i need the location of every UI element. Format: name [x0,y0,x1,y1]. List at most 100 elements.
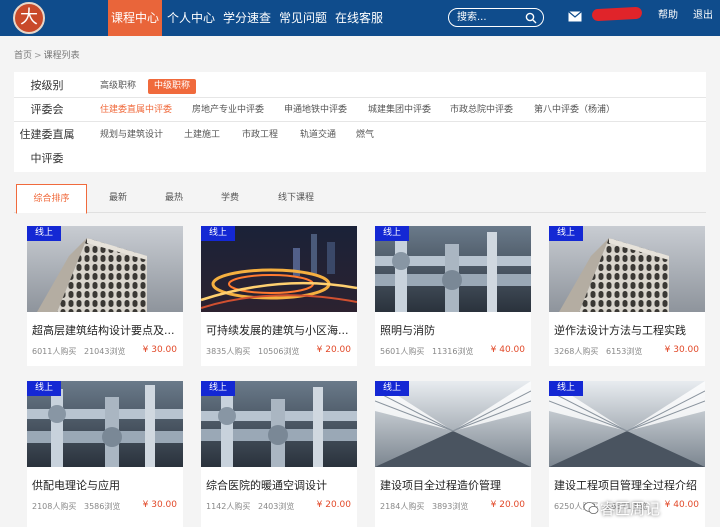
filter-option-gas[interactable]: 燃气 [350,128,380,143]
view-count: 3893浏览 [432,502,469,511]
filter-row-level: 按级别 高级职称 中级职称 [14,74,706,98]
filter-option-planning[interactable]: 规划与建筑设计 [94,128,169,143]
tab-tuition[interactable]: 学费 [210,184,250,213]
mail-icon[interactable] [568,11,582,22]
online-badge: 线上 [375,381,409,396]
course-title[interactable]: 建设项目全过程造价管理 [380,477,528,493]
course-title[interactable]: 可持续发展的建筑与小区海... [206,322,354,338]
course-price: ¥ 20.00 [316,345,351,355]
course-price: ¥ 30.00 [142,345,177,355]
filter-option-senior[interactable]: 高级职称 [94,79,142,94]
course-card[interactable]: 线上 照明与消防 5601人购买 11316浏览 ¥ 40.00 [375,226,531,366]
filter-panel: 按级别 高级职称 中级职称 评委会 住建委直属中评委 房地产专业中评委 申通地铁… [14,72,706,172]
course-card[interactable]: 线上 综合医院的暖通空调设计 1142人购买 2403浏览 ¥ 20.00 [201,381,357,527]
nav-online-service[interactable]: 在线客服 [334,0,384,36]
filter-label-direct: 住建委直属 [19,128,75,141]
tab-offline[interactable]: 线下课程 [268,184,324,213]
filter-option-municipal[interactable]: 市政工程 [236,128,284,143]
watermark-text: 睿匠周记 [600,500,661,518]
view-count: 11316浏览 [432,347,474,356]
filter-option-rail[interactable]: 轨道交通 [294,128,342,143]
filter-option-committee-4[interactable]: 城建集团中评委 [362,103,437,118]
filter-label-committee: 评委会 [30,103,64,116]
tab-newest[interactable]: 最新 [98,184,138,213]
filter-row-direct: 住建委直属 规划与建筑设计 土建施工 市政工程 轨道交通 燃气 [14,123,706,147]
course-card[interactable]: 线上 超高层建筑结构设计要点及... 6011人购买 21043浏览 ¥ 30.… [27,226,183,366]
breadcrumb-separator: > [34,51,42,61]
view-count: 21043浏览 [84,347,126,356]
nav-course-center[interactable]: 课程中心 [108,0,162,36]
filter-row-committee: 评委会 住建委直属中评委 房地产专业中评委 申通地铁中评委 城建集团中评委 市政… [14,98,706,122]
course-stats: 2108人购买 3586浏览 [32,501,120,512]
nav-faq[interactable]: 常见问题 [278,0,328,36]
course-thumbnail[interactable]: 线上 [549,226,705,312]
search-icon[interactable] [525,12,537,24]
nav-credit-lookup[interactable]: 学分速查 [222,0,272,36]
filter-option-committee-2[interactable]: 房地产专业中评委 [186,103,270,118]
course-title[interactable]: 建设工程项目管理全过程介绍 [554,477,702,493]
course-stats: 5601人购买 11316浏览 [380,346,473,357]
site-logo[interactable]: 大 [13,2,45,34]
course-stats: 3835人购买 10506浏览 [206,346,299,357]
course-price: ¥ 30.00 [142,500,177,510]
course-thumbnail[interactable]: 线上 [375,381,531,467]
course-title[interactable]: 综合医院的暖通空调设计 [206,477,354,493]
logout-link[interactable]: 退出 [693,0,713,36]
wechat-icon [583,502,599,514]
tab-comprehensive[interactable]: 综合排序 [16,184,87,214]
search-input[interactable] [457,10,519,25]
username-redacted[interactable] [591,6,643,22]
course-title[interactable]: 超高层建筑结构设计要点及... [32,322,180,338]
course-price: ¥ 40.00 [664,500,699,510]
filter-row-direct-2: 中评委 [14,147,706,171]
course-card[interactable]: 线上 可持续发展的建筑与小区海... 3835人购买 10506浏览 ¥ 20.… [201,226,357,366]
online-badge: 线上 [549,226,583,241]
online-badge: 线上 [375,226,409,241]
online-badge: 线上 [27,381,61,396]
view-count: 3586浏览 [84,502,121,511]
nav-personal-center[interactable]: 个人中心 [166,0,216,36]
breadcrumb: 首页 > 课程列表 [14,48,80,61]
course-title[interactable]: 逆作法设计方法与工程实践 [554,322,702,338]
buyer-count: 2108人购买 [32,502,77,511]
online-badge: 线上 [549,381,583,396]
course-stats: 1142人购买 2403浏览 [206,501,294,512]
filter-option-committee-1[interactable]: 住建委直属中评委 [94,103,178,118]
course-thumbnail[interactable]: 线上 [375,226,531,312]
course-thumbnail[interactable]: 线上 [201,381,357,467]
filter-option-committee-6[interactable]: 第八中评委（杨浦） [528,103,621,118]
view-count: 10506浏览 [258,347,300,356]
buyer-count: 5601人购买 [380,347,425,356]
course-card[interactable]: 线上 逆作法设计方法与工程实践 3268人购买 6153浏览 ¥ 30.00 [549,226,705,366]
filter-label-committee-suffix: 中评委 [30,152,64,165]
course-stats: 6011人购买 21043浏览 [32,346,125,357]
buyer-count: 1142人购买 [206,502,251,511]
course-price: ¥ 20.00 [490,500,525,510]
course-thumbnail[interactable]: 线上 [201,226,357,312]
course-stats: 2184人购买 3893浏览 [380,501,468,512]
filter-option-construction[interactable]: 土建施工 [178,128,226,143]
help-link[interactable]: 帮助 [658,0,678,36]
buyer-count: 6011人购买 [32,347,77,356]
course-card[interactable]: 线上 建设项目全过程造价管理 2184人购买 3893浏览 ¥ 20.00 [375,381,531,527]
course-thumbnail[interactable]: 线上 [27,226,183,312]
top-navbar: 大 课程中心 个人中心 学分速查 常见问题 在线客服 帮助 退出 [0,0,720,36]
tab-hottest[interactable]: 最热 [154,184,194,213]
course-card[interactable]: 线上 供配电理论与应用 2108人购买 3586浏览 ¥ 30.00 [27,381,183,527]
filter-option-committee-5[interactable]: 市政总院中评委 [444,103,519,118]
course-title[interactable]: 供配电理论与应用 [32,477,180,493]
buyer-count: 3835人购买 [206,347,251,356]
course-price: ¥ 40.00 [490,345,525,355]
breadcrumb-home[interactable]: 首页 [14,51,32,61]
course-thumbnail[interactable]: 线上 [27,381,183,467]
course-thumbnail[interactable]: 线上 [549,381,705,467]
view-count: 2403浏览 [258,502,295,511]
filter-option-committee-3[interactable]: 申通地铁中评委 [278,103,353,118]
online-badge: 线上 [201,381,235,396]
sort-tabs: 综合排序 最新 最热 学费 线下课程 [14,184,706,214]
course-price: ¥ 30.00 [664,345,699,355]
course-price: ¥ 20.00 [316,500,351,510]
breadcrumb-current: 课程列表 [43,51,80,61]
filter-option-intermediate[interactable]: 中级职称 [148,79,197,94]
course-title[interactable]: 照明与消防 [380,322,528,338]
